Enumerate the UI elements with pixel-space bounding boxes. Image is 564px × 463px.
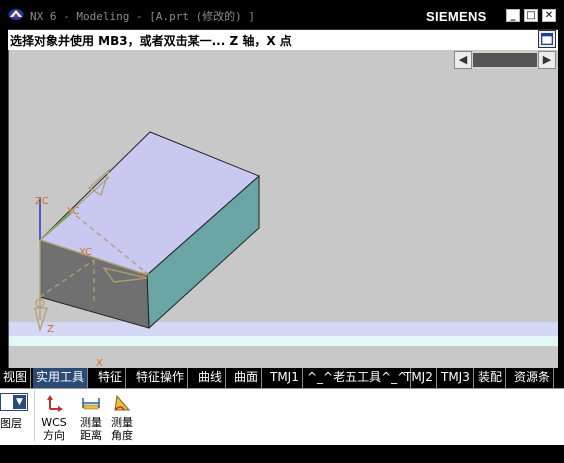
measure-angle-line2: 角度 xyxy=(111,429,133,442)
cue-line-text: 选择对象并使用 MB3，或者双击某一... Z 轴，X 点 xyxy=(10,34,292,48)
wcs-orient-button[interactable]: WCS 方向 xyxy=(40,393,68,442)
scroll-left-button[interactable]: ◀ xyxy=(454,51,472,69)
maximize-button[interactable]: □ xyxy=(524,9,538,22)
measure-angle-icon xyxy=(114,394,131,411)
tab-features[interactable]: 特征 xyxy=(95,368,127,388)
wcs-orient-line1: WCS xyxy=(41,416,67,429)
tab-laowu-tools[interactable]: ^_^老五工具^_^ xyxy=(304,368,412,388)
y-label: Y xyxy=(140,271,147,281)
measure-angle-button[interactable]: 测量 角度 xyxy=(108,393,136,442)
floor-band xyxy=(9,336,558,346)
tab-resource-bar[interactable]: 资源条 xyxy=(511,368,555,388)
minimize-button[interactable]: _ xyxy=(506,9,520,22)
chevron-down-icon[interactable]: ▼ xyxy=(13,395,26,409)
tab-surfaces[interactable]: 曲面 xyxy=(231,368,263,388)
wcs-orient-icon xyxy=(47,395,63,412)
tab-tmj3[interactable]: TMJ3 xyxy=(438,368,474,388)
floor-band xyxy=(9,346,558,368)
tab-utilities[interactable]: 实用工具 xyxy=(33,368,89,388)
tab-feature-operations[interactable]: 特征操作 xyxy=(133,368,189,388)
tab-view[interactable]: 视图 xyxy=(0,368,32,388)
dock-window-icon[interactable] xyxy=(538,30,556,48)
nx-app-icon[interactable] xyxy=(8,8,24,21)
scroll-right-button[interactable]: ▶ xyxy=(538,51,556,69)
x-label: X xyxy=(96,358,103,368)
graphics-window[interactable]: ZC YC XC Z Y X xyxy=(8,50,558,368)
floor-band xyxy=(9,322,558,336)
wcs-orient-line2: 方向 xyxy=(43,429,65,442)
yc-label: YC xyxy=(66,206,80,217)
utilities-toolbar: ▼ 图层 WCS 方向 测量 距离 测量 角度 xyxy=(0,388,564,445)
measure-distance-button[interactable]: 测量 距离 xyxy=(77,393,105,442)
view-scrollbar[interactable]: ◀ ▶ xyxy=(454,51,556,69)
ribbon-tabs: 视图 实用工具 特征 特征操作 曲线 曲面 TMJ1 ^_^老五工具^_^ TM… xyxy=(0,368,564,388)
cue-line: 选择对象并使用 MB3，或者双击某一... Z 轴，X 点 xyxy=(8,29,558,50)
tab-assembly[interactable]: 装配 xyxy=(475,368,507,388)
siemens-logo: SIEMENS xyxy=(426,9,487,24)
measure-distance-line1: 测量 xyxy=(80,416,102,429)
measure-distance-icon xyxy=(82,398,100,410)
toolbar-divider xyxy=(34,391,35,441)
window-title: NX 6 - Modeling - [A.prt (修改的) ] xyxy=(30,10,256,23)
layer-label: 图层 xyxy=(0,417,22,430)
close-button[interactable]: ✕ xyxy=(542,9,556,22)
layer-dropdown[interactable]: ▼ xyxy=(0,393,28,411)
zc-label: ZC xyxy=(35,196,49,207)
measure-distance-line2: 距离 xyxy=(80,429,102,442)
tab-curves[interactable]: 曲线 xyxy=(195,368,227,388)
z-label: Z xyxy=(47,324,54,335)
tab-tmj1[interactable]: TMJ1 xyxy=(267,368,303,388)
measure-angle-line1: 测量 xyxy=(111,416,133,429)
scroll-track[interactable] xyxy=(473,53,537,67)
title-bar: NX 6 - Modeling - [A.prt (修改的) ] SIEMENS… xyxy=(0,0,564,29)
tab-tmj2[interactable]: TMJ2 xyxy=(401,368,437,388)
status-strip xyxy=(0,445,564,463)
model-view[interactable]: ZC YC XC Z Y X xyxy=(9,50,558,368)
